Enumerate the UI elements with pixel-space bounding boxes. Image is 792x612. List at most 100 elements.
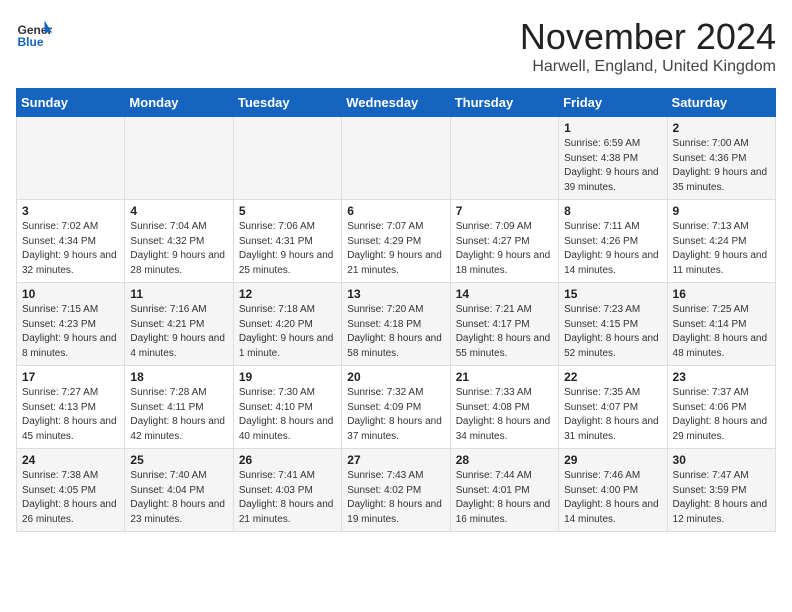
day-info: Sunrise: 7:47 AM Sunset: 3:59 PM Dayligh… [673,469,770,527]
day-info: Sunrise: 7:38 AM Sunset: 4:05 PM Dayligh… [22,469,119,527]
day-number: 21 [456,370,553,384]
day-number: 28 [456,453,553,467]
calendar-cell: 4 Sunrise: 7:04 AM Sunset: 4:32 PM Daylig… [125,200,233,283]
day-number: 24 [22,453,119,467]
calendar-cell [450,117,558,200]
calendar-cell: 20 Sunrise: 7:32 AM Sunset: 4:09 PM Dayli… [342,366,450,449]
day-number: 4 [130,204,227,218]
calendar-cell: 5 Sunrise: 7:06 AM Sunset: 4:31 PM Daylig… [233,200,341,283]
day-info: Sunrise: 7:30 AM Sunset: 4:10 PM Dayligh… [239,386,336,444]
calendar-cell: 12Sunrise: 7:18 AM Sunset: 4:20 PM Dayli… [233,283,341,366]
day-number: 14 [456,287,553,301]
calendar-cell: 7 Sunrise: 7:09 AM Sunset: 4:27 PM Daylig… [450,200,558,283]
calendar-cell: 18Sunrise: 7:28 AM Sunset: 4:11 PM Dayli… [125,366,233,449]
calendar-cell: 14 Sunrise: 7:21 AM Sunset: 4:17 PM Dayli… [450,283,558,366]
day-info: Sunrise: 7:37 AM Sunset: 4:06 PM Dayligh… [673,386,770,444]
calendar-cell: 13 Sunrise: 7:20 AM Sunset: 4:18 PM Dayli… [342,283,450,366]
day-info: Sunrise: 7:40 AM Sunset: 4:04 PM Dayligh… [130,469,227,527]
day-info: Sunrise: 7:16 AM Sunset: 4:21 PM Dayligh… [130,303,227,361]
calendar-cell: 16 Sunrise: 7:25 AM Sunset: 4:14 PM Dayli… [667,283,775,366]
day-number: 12 [239,287,336,301]
day-number: 27 [347,453,444,467]
day-info: Sunrise: 7:33 AM Sunset: 4:08 PM Dayligh… [456,386,553,444]
calendar-cell: 9 Sunrise: 7:13 AM Sunset: 4:24 PM Daylig… [667,200,775,283]
logo-icon: General Blue [16,16,52,52]
calendar-cell: 21 Sunrise: 7:33 AM Sunset: 4:08 PM Dayli… [450,366,558,449]
calendar-cell: 3 Sunrise: 7:02 AM Sunset: 4:34 PM Daylig… [17,200,125,283]
weekday-header-tuesday: Tuesday [233,89,341,117]
calendar-cell: 26 Sunrise: 7:41 AM Sunset: 4:03 PM Dayli… [233,449,341,532]
month-title: November 2024 [520,16,776,58]
day-number: 9 [673,204,770,218]
calendar-cell: 28 Sunrise: 7:44 AM Sunset: 4:01 PM Dayli… [450,449,558,532]
calendar-cell [17,117,125,200]
day-info: Sunrise: 7:32 AM Sunset: 4:09 PM Dayligh… [347,386,444,444]
day-info: Sunrise: 7:25 AM Sunset: 4:14 PM Dayligh… [673,303,770,361]
calendar-cell: 24 Sunrise: 7:38 AM Sunset: 4:05 PM Dayli… [17,449,125,532]
calendar-cell: 15 Sunrise: 7:23 AM Sunset: 4:15 PM Dayli… [559,283,667,366]
day-number: 7 [456,204,553,218]
calendar-table: SundayMondayTuesdayWednesdayThursdayFrid… [16,88,776,532]
day-info: Sunrise: 7:02 AM Sunset: 4:34 PM Dayligh… [22,220,119,278]
week-row-2: 3 Sunrise: 7:02 AM Sunset: 4:34 PM Daylig… [17,200,776,283]
calendar-cell: 10 Sunrise: 7:15 AM Sunset: 4:23 PM Dayli… [17,283,125,366]
location-title: Harwell, England, United Kingdom [520,58,776,76]
weekday-header-saturday: Saturday [667,89,775,117]
day-number: 30 [673,453,770,467]
day-info: Sunrise: 7:04 AM Sunset: 4:32 PM Dayligh… [130,220,227,278]
weekday-header-wednesday: Wednesday [342,89,450,117]
day-number: 6 [347,204,444,218]
calendar-cell: 27 Sunrise: 7:43 AM Sunset: 4:02 PM Dayli… [342,449,450,532]
title-area: November 2024 Harwell, England, United K… [520,16,776,76]
calendar-cell: 23Sunrise: 7:37 AM Sunset: 4:06 PM Dayli… [667,366,775,449]
weekday-header-friday: Friday [559,89,667,117]
day-info: Sunrise: 7:15 AM Sunset: 4:23 PM Dayligh… [22,303,119,361]
day-info: Sunrise: 7:23 AM Sunset: 4:15 PM Dayligh… [564,303,661,361]
day-number: 13 [347,287,444,301]
day-number: 3 [22,204,119,218]
calendar-cell: 8Sunrise: 7:11 AM Sunset: 4:26 PM Daylig… [559,200,667,283]
day-info: Sunrise: 7:13 AM Sunset: 4:24 PM Dayligh… [673,220,770,278]
day-info: Sunrise: 7:21 AM Sunset: 4:17 PM Dayligh… [456,303,553,361]
day-number: 5 [239,204,336,218]
day-number: 20 [347,370,444,384]
day-info: Sunrise: 7:41 AM Sunset: 4:03 PM Dayligh… [239,469,336,527]
day-number: 25 [130,453,227,467]
calendar-cell: 6 Sunrise: 7:07 AM Sunset: 4:29 PM Daylig… [342,200,450,283]
calendar-cell: 30 Sunrise: 7:47 AM Sunset: 3:59 PM Dayli… [667,449,775,532]
calendar-cell: 17 Sunrise: 7:27 AM Sunset: 4:13 PM Dayli… [17,366,125,449]
day-number: 11 [130,287,227,301]
day-info: Sunrise: 7:06 AM Sunset: 4:31 PM Dayligh… [239,220,336,278]
day-number: 17 [22,370,119,384]
day-info: Sunrise: 7:44 AM Sunset: 4:01 PM Dayligh… [456,469,553,527]
calendar-cell: 11 Sunrise: 7:16 AM Sunset: 4:21 PM Dayli… [125,283,233,366]
day-number: 2 [673,121,770,135]
weekday-header-row: SundayMondayTuesdayWednesdayThursdayFrid… [17,89,776,117]
day-info: Sunrise: 7:09 AM Sunset: 4:27 PM Dayligh… [456,220,553,278]
day-info: Sunrise: 7:28 AM Sunset: 4:11 PM Dayligh… [130,386,227,444]
day-number: 10 [22,287,119,301]
day-info: Sunrise: 7:27 AM Sunset: 4:13 PM Dayligh… [22,386,119,444]
day-number: 16 [673,287,770,301]
calendar-cell [125,117,233,200]
day-number: 29 [564,453,661,467]
day-info: Sunrise: 7:20 AM Sunset: 4:18 PM Dayligh… [347,303,444,361]
day-info: Sunrise: 7:07 AM Sunset: 4:29 PM Dayligh… [347,220,444,278]
day-number: 19 [239,370,336,384]
day-info: Sunrise: 7:43 AM Sunset: 4:02 PM Dayligh… [347,469,444,527]
day-info: Sunrise: 7:46 AM Sunset: 4:00 PM Dayligh… [564,469,661,527]
day-info: Sunrise: 7:35 AM Sunset: 4:07 PM Dayligh… [564,386,661,444]
calendar-cell: 22 Sunrise: 7:35 AM Sunset: 4:07 PM Dayli… [559,366,667,449]
week-row-4: 17 Sunrise: 7:27 AM Sunset: 4:13 PM Dayli… [17,366,776,449]
weekday-header-sunday: Sunday [17,89,125,117]
calendar-cell: 25 Sunrise: 7:40 AM Sunset: 4:04 PM Dayli… [125,449,233,532]
day-number: 8 [564,204,661,218]
day-number: 22 [564,370,661,384]
day-info: Sunrise: 6:59 AM Sunset: 4:38 PM Dayligh… [564,137,661,195]
weekday-header-thursday: Thursday [450,89,558,117]
svg-text:Blue: Blue [18,35,44,49]
day-number: 26 [239,453,336,467]
week-row-1: 1Sunrise: 6:59 AM Sunset: 4:38 PM Daylig… [17,117,776,200]
day-number: 15 [564,287,661,301]
day-info: Sunrise: 7:00 AM Sunset: 4:36 PM Dayligh… [673,137,770,195]
